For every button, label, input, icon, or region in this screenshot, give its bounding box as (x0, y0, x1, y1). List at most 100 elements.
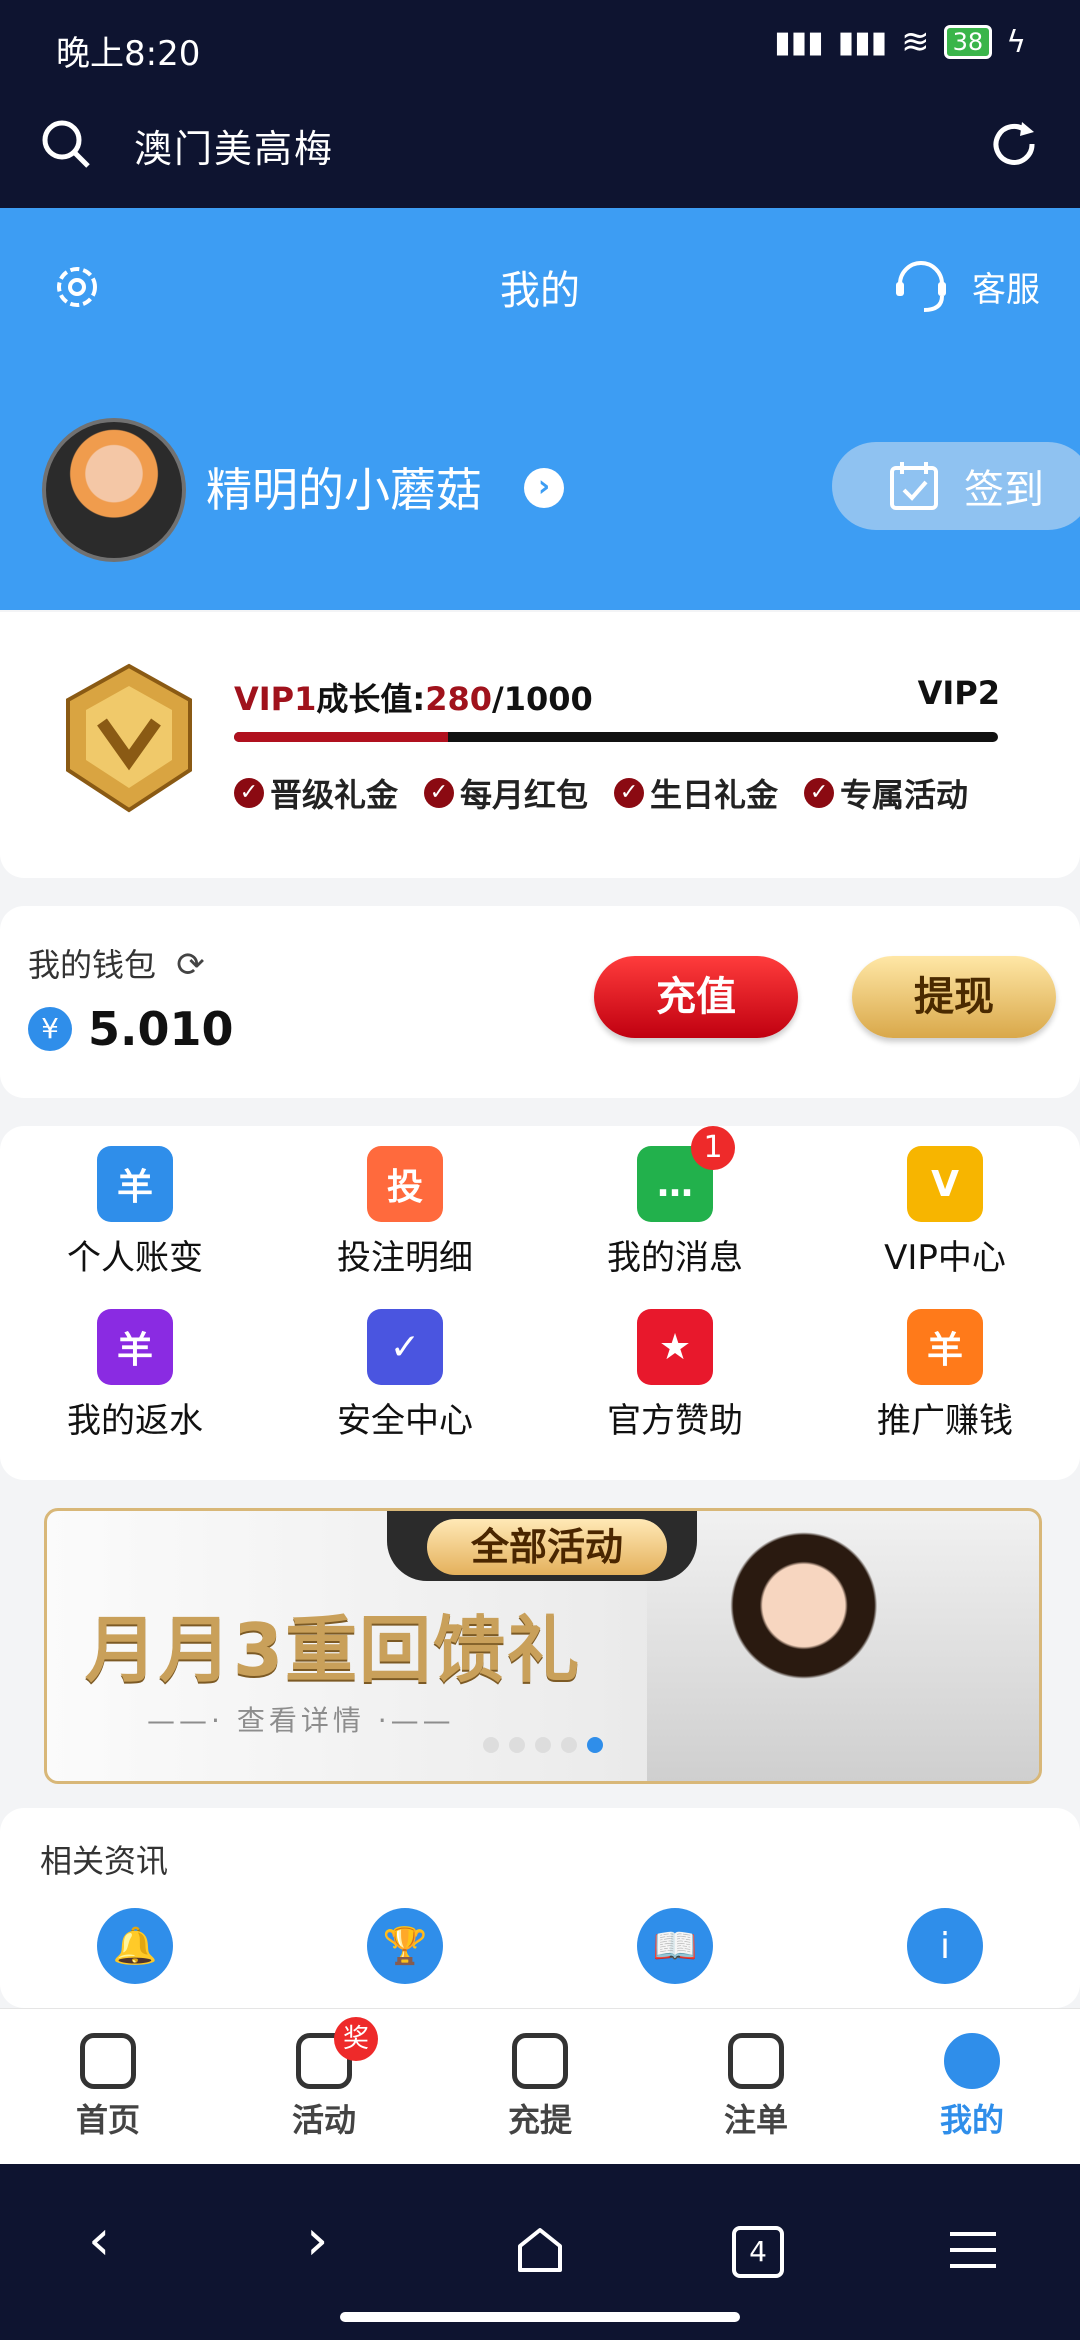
vip-level: VIP1 (234, 680, 317, 718)
carousel-dot[interactable] (561, 1737, 577, 1753)
all-activities-tag[interactable]: 全部活动 (427, 1519, 667, 1575)
carousel-dot[interactable] (535, 1737, 551, 1753)
carousel-dot[interactable] (587, 1737, 603, 1753)
check-icon: ✓ (424, 778, 455, 808)
url-text[interactable]: 澳门美高梅 (134, 118, 334, 173)
back-icon[interactable]: ‹ (88, 2208, 110, 2273)
calendar-check-icon (890, 462, 938, 510)
menu-item-label: 官方赞助 (607, 1401, 743, 1441)
forward-icon[interactable]: › (306, 2208, 328, 2273)
charging-icon: ϟ (1006, 24, 1026, 60)
withdraw-button[interactable]: 提现 (852, 956, 1056, 1038)
rebate-icon: 羊 (97, 1309, 173, 1385)
carousel-dot[interactable] (509, 1737, 525, 1753)
wallet-label-text: 我的钱包 (28, 946, 157, 984)
vip-perk: ✓ 专属活动 (804, 770, 968, 816)
view-details-text: 查看详情 (236, 1704, 365, 1737)
growth-total: /1000 (492, 680, 593, 718)
menu-item[interactable]: ★ 官方赞助 (540, 1309, 810, 1442)
account-ledger-icon: 羊 (97, 1146, 173, 1222)
bottom-tab-bar: 首页 活动 奖充提 注单 我的 (0, 2008, 1080, 2165)
banner-headline: 月月3重回馈礼 (85, 1608, 582, 1692)
vip-next-level: VIP2 (917, 674, 1000, 712)
news-item[interactable]: 🏆 (270, 1908, 540, 1984)
yen-icon: ¥ (28, 1007, 72, 1051)
tab-item[interactable]: 注单 (648, 2009, 864, 2165)
tab-item[interactable]: 充提 (432, 2009, 648, 2165)
vip-perk: ✓ 每月红包 (424, 770, 588, 816)
news-item[interactable]: 📖 (540, 1908, 810, 1984)
status-icons: ▮▮▮ ▮▮▮ ≋ 38 ϟ (774, 22, 1026, 62)
menu-item-label: 推广赚钱 (877, 1401, 1013, 1441)
carousel-dots[interactable] (483, 1737, 613, 1757)
username[interactable]: 精明的小蘑菇 (206, 454, 482, 520)
menu-item-label: 我的返水 (67, 1401, 203, 1441)
menu-grid: 羊个人账变投投注明细… 1 我的消息 V VIP中心羊我的返水 ✓ 安全中心 ★ 官方赞助羊推广… (0, 1126, 1080, 1442)
menu-item[interactable]: 羊推广赚钱 (810, 1309, 1080, 1442)
check-icon: ✓ (614, 778, 645, 808)
signal-icon: ▮▮▮ (774, 24, 824, 60)
banner-artwork (647, 1511, 1039, 1781)
sponsor-star-icon: ★ (637, 1309, 713, 1385)
reward-badge: 奖 (334, 2017, 378, 2061)
tab-item[interactable]: 我的 (864, 2009, 1080, 2165)
refresh-balance-icon[interactable]: ⟳ (176, 945, 205, 985)
menu-item-label: 投注明细 (337, 1238, 473, 1278)
checkin-button[interactable]: 签到 (832, 442, 1080, 530)
vip-badge-icon (66, 663, 192, 813)
perk-label: 每月红包 (460, 776, 589, 814)
avatar[interactable] (42, 418, 186, 562)
tabs-count-icon[interactable]: 4 (732, 2226, 784, 2278)
tab-label: 我的 (939, 2101, 1004, 2139)
tab-item[interactable]: 首页 (0, 2009, 216, 2165)
vip-progress-bar (234, 732, 998, 742)
recharge-button[interactable]: 充值 (594, 956, 798, 1038)
menu-item[interactable]: ✓ 安全中心 (270, 1309, 540, 1442)
news-item[interactable]: i (810, 1908, 1080, 1984)
wallet-label: 我的钱包 ⟳ (28, 940, 205, 986)
menu-item[interactable]: 羊我的返水 (0, 1309, 270, 1442)
deposit-icon (512, 2033, 568, 2089)
menu-icon[interactable] (950, 2230, 996, 2270)
wifi-icon: ≋ (901, 22, 930, 62)
check-icon: ✓ (234, 778, 264, 808)
promo-banner[interactable]: 全部活动 月月3重回馈礼 ——· 查看详情 ·—— (44, 1508, 1042, 1784)
menu-item-label: VIP中心 (884, 1238, 1006, 1278)
customer-service-label[interactable]: 客服 (972, 262, 1040, 311)
home-indicator[interactable] (340, 2312, 740, 2322)
chevron-right-icon[interactable]: › (524, 468, 564, 508)
search-icon[interactable] (40, 118, 92, 170)
vip-progress-fill (234, 732, 448, 742)
perk-label: 生日礼金 (650, 776, 779, 814)
tab-label: 充提 (507, 2101, 572, 2139)
unread-badge: 1 (691, 1126, 735, 1170)
menu-item[interactable]: 投投注明细 (270, 1146, 540, 1279)
home-nav-icon[interactable] (514, 2224, 566, 2276)
info-icon: i (907, 1908, 983, 1984)
tab-label: 注单 (723, 2101, 788, 2139)
menu-item[interactable]: … 1 我的消息 (540, 1126, 810, 1279)
vip-perk: ✓ 生日礼金 (614, 770, 778, 816)
menu-item-label: 安全中心 (337, 1401, 473, 1441)
carousel-dot[interactable] (483, 1737, 499, 1753)
tab-label: 活动 (291, 2101, 356, 2139)
refresh-icon[interactable] (988, 118, 1040, 170)
bell-icon: 🔔 (97, 1908, 173, 1984)
status-time: 晚上8:20 (56, 34, 201, 74)
check-icon: ✓ (804, 778, 835, 808)
news-icons: 🔔 🏆 📖 i (0, 1908, 1080, 1984)
news-item[interactable]: 🔔 (0, 1908, 270, 1984)
menu-item[interactable]: 羊个人账变 (0, 1146, 270, 1279)
customer-service-icon[interactable] (892, 254, 950, 316)
vip-perks: ✓ 晋级礼金 ✓ 每月红包 ✓ 生日礼金 ✓ 专属活动 (234, 770, 968, 816)
tab-item[interactable]: 活动 奖 (216, 2009, 432, 2165)
perk-label: 专属活动 (840, 776, 969, 814)
growth-current: 280 (425, 680, 492, 718)
vip-growth-text: VIP1成长值:280/1000 (234, 674, 593, 720)
promote-money-icon: 羊 (907, 1309, 983, 1385)
menu-item[interactable]: V VIP中心 (810, 1146, 1080, 1279)
trophy-icon: 🏆 (367, 1908, 443, 1984)
shield-icon: ✓ (367, 1309, 443, 1385)
banner-view-details[interactable]: ——· 查看详情 ·—— (147, 1699, 455, 1739)
checkin-label: 签到 (964, 467, 1044, 513)
